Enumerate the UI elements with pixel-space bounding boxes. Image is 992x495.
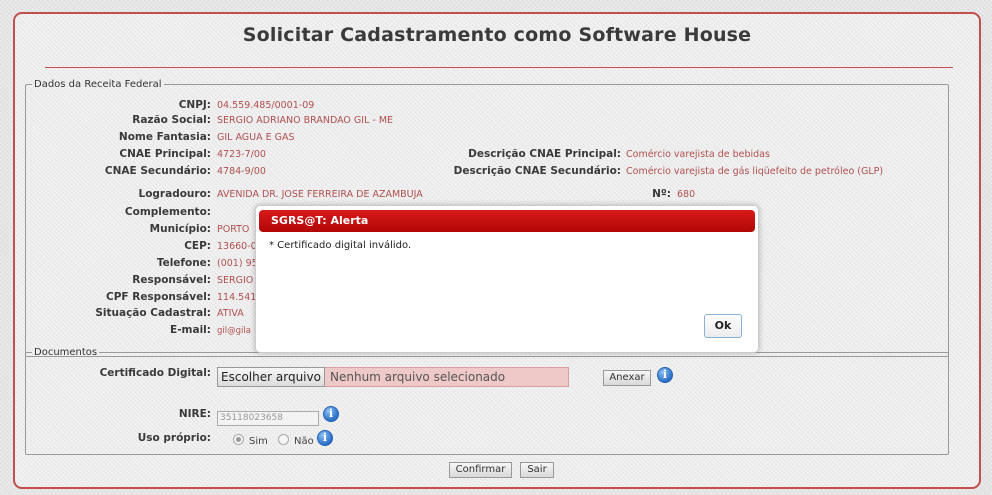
fantasia-label: Nome Fantasia:: [118, 131, 211, 143]
cep-label: CEP:: [184, 240, 211, 252]
cpf-responsavel-value: 114.541: [217, 292, 257, 303]
responsavel-value: SERGIO: [217, 275, 254, 286]
numero-label: Nº:: [652, 188, 671, 200]
cnpj-label: CNPJ:: [178, 99, 211, 111]
fantasia-value: GIL AGUA E GAS: [217, 132, 295, 143]
ok-button[interactable]: Ok: [704, 314, 742, 338]
sair-button[interactable]: Sair: [520, 462, 554, 478]
nire-input[interactable]: 35118023658: [217, 411, 319, 426]
info-icon[interactable]: i: [323, 406, 339, 422]
telefone-label: Telefone:: [156, 257, 211, 269]
uso-nao-label: Não: [294, 436, 314, 447]
razao-value: SERGIO ADRIANO BRANDAO GIL - ME: [217, 115, 394, 126]
cep-value: 13660-0: [217, 241, 257, 252]
confirmar-button[interactable]: Confirmar: [449, 462, 512, 478]
nire-label: NIRE:: [178, 408, 211, 420]
cnpj-value: 04.559.485/0001-09: [217, 100, 315, 111]
complemento-label: Complemento:: [124, 206, 211, 218]
documentos-legend: Documentos: [34, 347, 98, 358]
page-title: Solicitar Cadastramento como Software Ho…: [242, 24, 752, 46]
razao-label: Razão Social:: [132, 114, 211, 126]
info-icon[interactable]: i: [317, 430, 333, 446]
desc-cnae-principal-label: Descrição CNAE Principal:: [468, 148, 621, 160]
info-icon[interactable]: i: [657, 367, 673, 383]
cnae-principal-value: 4723-7/00: [217, 149, 266, 160]
cnae-secundario-label: CNAE Secundário:: [104, 165, 211, 177]
situacao-label: Situação Cadastral:: [95, 307, 211, 319]
uso-nao-radio[interactable]: [278, 434, 289, 445]
title-divider: [45, 67, 953, 68]
email-value: gil@gila: [217, 326, 251, 336]
alert-message: * Certificado digital inválido.: [269, 240, 412, 251]
telefone-value: (001) 95: [217, 258, 258, 269]
municipio-value: PORTO: [217, 224, 250, 235]
certificado-label: Certificado Digital:: [99, 367, 211, 379]
logradouro-value: AVENIDA DR. JOSE FERREIRA DE AZAMBUJA: [217, 189, 423, 200]
choose-file-button[interactable]: Escolher arquivo: [217, 367, 325, 387]
uso-proprio-label: Uso próprio:: [137, 432, 211, 444]
cnae-secundario-value: 4784-9/00: [217, 166, 266, 177]
anexar-button[interactable]: Anexar: [603, 370, 651, 386]
file-status: Nenhum arquivo selecionado: [325, 367, 569, 387]
uso-sim-label: Sim: [249, 436, 268, 447]
alert-dialog: SGRS@T: Alerta * Certificado digital inv…: [255, 205, 759, 353]
cnae-principal-label: CNAE Principal:: [119, 148, 211, 160]
responsavel-label: Responsável:: [132, 274, 211, 286]
desc-cnae-secundario-label: Descrição CNAE Secundário:: [453, 165, 621, 177]
receita-legend: Dados da Receita Federal: [34, 79, 162, 90]
municipio-label: Município:: [149, 223, 211, 235]
numero-value: 680: [677, 189, 696, 200]
alert-title: SGRS@T: Alerta: [259, 210, 755, 232]
cpf-responsavel-label: CPF Responsável:: [106, 291, 211, 303]
situacao-value: ATIVA: [217, 308, 244, 319]
logradouro-label: Logradouro:: [138, 188, 211, 200]
email-label: E-mail:: [170, 324, 211, 336]
desc-cnae-secundario-value: Comércio varejista de gás liqüefeito de …: [626, 166, 884, 177]
uso-sim-radio[interactable]: [233, 434, 244, 445]
desc-cnae-principal-value: Comércio varejista de bebidas: [626, 149, 770, 160]
